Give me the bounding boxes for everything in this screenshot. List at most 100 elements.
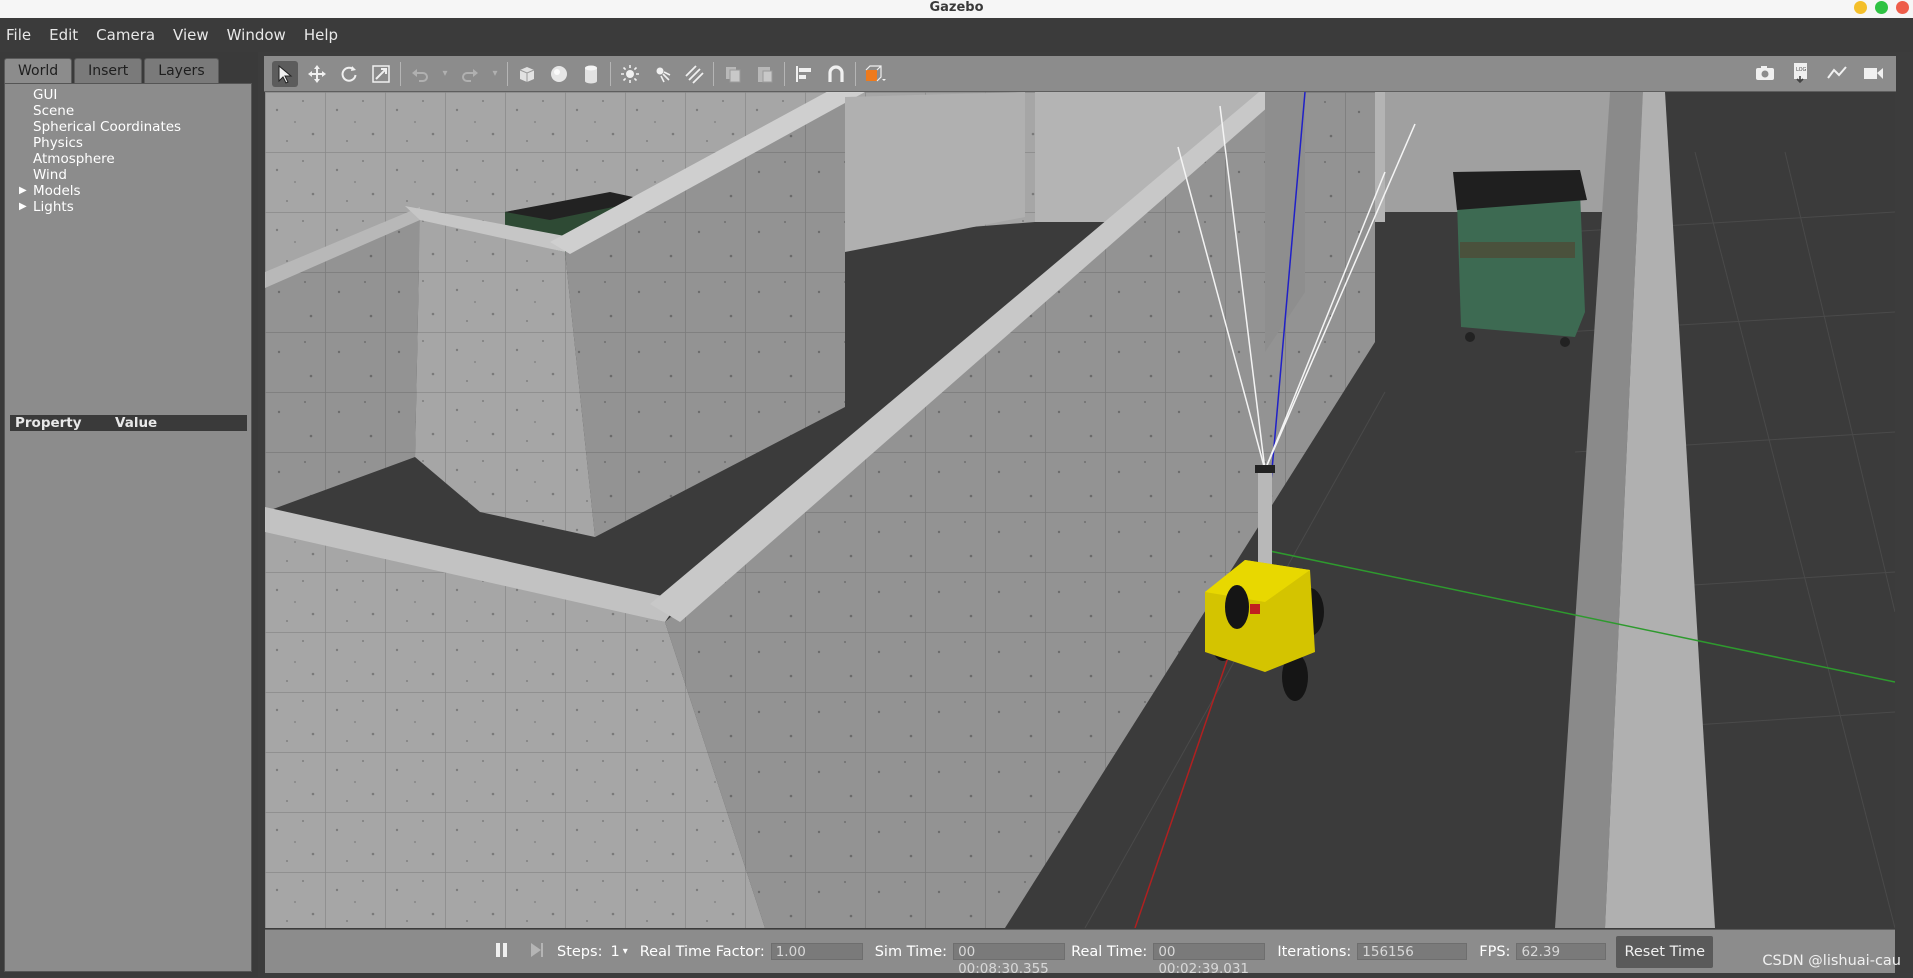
reset-time-button[interactable]: Reset Time [1616,935,1714,968]
iterations-label: Iterations: [1277,943,1352,960]
cylinder-shape-button[interactable] [578,61,604,87]
property-table-header: Property Value [10,415,247,431]
real-time-factor-label: Real Time Factor: [639,943,765,960]
svg-text:LOG: LOG [1796,67,1807,73]
toolbar-right-group: LOG [1752,60,1886,86]
sphere-shape-button[interactable] [546,61,572,87]
tree-item-spherical-coordinates[interactable]: Spherical Coordinates [5,119,251,135]
translate-mode-button[interactable] [304,61,330,87]
undo-icon [412,68,428,82]
menu-window[interactable]: Window [227,26,286,44]
pause-button[interactable] [495,942,509,962]
value-column-header: Value [115,415,158,431]
left-panel: World Insert Layers GUI Scene Spherical … [0,52,258,977]
step-forward-icon [531,942,543,957]
tab-world[interactable]: World [4,58,73,83]
box-shape-button[interactable] [514,61,540,87]
plot-icon [1827,66,1847,79]
tab-insert[interactable]: Insert [74,58,143,83]
undo-history-dropdown[interactable]: ▾ [439,61,451,87]
tree-item-models[interactable]: ▶ Models [5,183,251,199]
real-time-factor-field: 1.00 [770,943,863,960]
main-toolbar: ▾ ▾ LOG [264,56,1896,92]
point-light-icon [621,64,639,83]
watermark: CSDN @lishuai-cau [1762,953,1901,969]
point-light-button[interactable] [617,61,643,87]
snap-button[interactable] [823,61,849,87]
menu-edit[interactable]: Edit [49,26,78,44]
maximize-button[interactable] [1875,1,1888,14]
window-title: Gazebo [929,0,984,15]
fps-field: 62.39 [1516,943,1607,960]
box-icon [519,66,535,82]
rotate-mode-button[interactable] [336,61,362,87]
tree-item-scene[interactable]: Scene [5,103,251,119]
sim-time-label: Sim Time: [874,943,948,960]
window-controls [1854,1,1909,14]
menu-file[interactable]: File [6,26,31,44]
plot-button[interactable] [1824,60,1850,86]
pause-icon [496,942,507,957]
tree-item-physics[interactable]: Physics [5,135,251,151]
tree-item-gui[interactable]: GUI [5,87,251,103]
rotate-icon [341,65,357,82]
align-button[interactable] [791,61,817,87]
log-icon: LOG [1794,63,1807,84]
sim-time-field: 00 00:08:30.355 [953,943,1066,977]
view-angle-button[interactable] [862,61,888,87]
menu-bar: File Edit Camera View Window Help [0,18,1913,52]
close-button[interactable] [1896,1,1909,14]
menu-view[interactable]: View [173,26,209,44]
camera-icon [1756,66,1774,80]
tree-item-wind[interactable]: Wind [5,167,251,183]
directional-light-button[interactable] [681,61,707,87]
sphere-icon [551,65,567,82]
window-titlebar: Gazebo [0,0,1913,18]
menu-help[interactable]: Help [304,26,338,44]
3d-scene-viewport[interactable] [265,92,1895,928]
spot-light-button[interactable] [649,61,675,87]
paste-icon [758,66,773,82]
undo-button[interactable] [407,61,433,87]
record-video-button[interactable] [1860,60,1886,86]
screenshot-button[interactable] [1752,60,1778,86]
steps-value[interactable]: 1 [610,944,619,960]
redo-history-dropdown[interactable]: ▾ [489,61,501,87]
log-button[interactable]: LOG [1788,60,1814,86]
magnet-icon [828,64,844,82]
real-time-label: Real Time: [1071,943,1148,960]
spot-light-icon [656,67,671,82]
minimize-button[interactable] [1854,1,1867,14]
world-tree: GUI Scene Spherical Coordinates Physics … [5,87,251,215]
world-tree-panel: GUI Scene Spherical Coordinates Physics … [4,83,252,972]
paste-button[interactable] [752,61,778,87]
toolbar-separator [784,61,785,86]
tree-item-lights[interactable]: ▶ Lights [5,199,251,215]
tab-layers[interactable]: Layers [144,58,219,83]
copy-button[interactable] [720,61,746,87]
step-button[interactable] [529,942,545,962]
real-time-field: 00 00:02:39.031 [1153,943,1266,977]
redo-button[interactable] [457,61,483,87]
align-icon [796,65,811,82]
tree-item-atmosphere[interactable]: Atmosphere [5,151,251,167]
expand-arrow-icon[interactable]: ▶ [19,199,27,215]
move-icon [308,64,326,83]
menu-camera[interactable]: Camera [96,26,155,44]
scale-mode-button[interactable] [368,61,394,87]
scale-icon [372,64,390,83]
expand-arrow-icon[interactable]: ▶ [19,183,27,199]
toolbar-separator [713,61,714,86]
iterations-field: 156156 [1357,943,1468,960]
status-bar: Steps: 1 ▾ Real Time Factor: 1.00 Sim Ti… [265,929,1895,977]
toolbar-separator [400,61,401,86]
steps-label: Steps: [557,943,603,960]
steps-dropdown-icon[interactable]: ▾ [623,946,628,957]
video-camera-icon [1864,68,1883,79]
copy-icon [726,66,741,82]
toolbar-separator [855,61,856,86]
arrow-cursor-icon [278,64,293,84]
toolbar-separator [507,61,508,86]
select-mode-button[interactable] [272,60,298,87]
dumpster-near [1453,170,1587,347]
